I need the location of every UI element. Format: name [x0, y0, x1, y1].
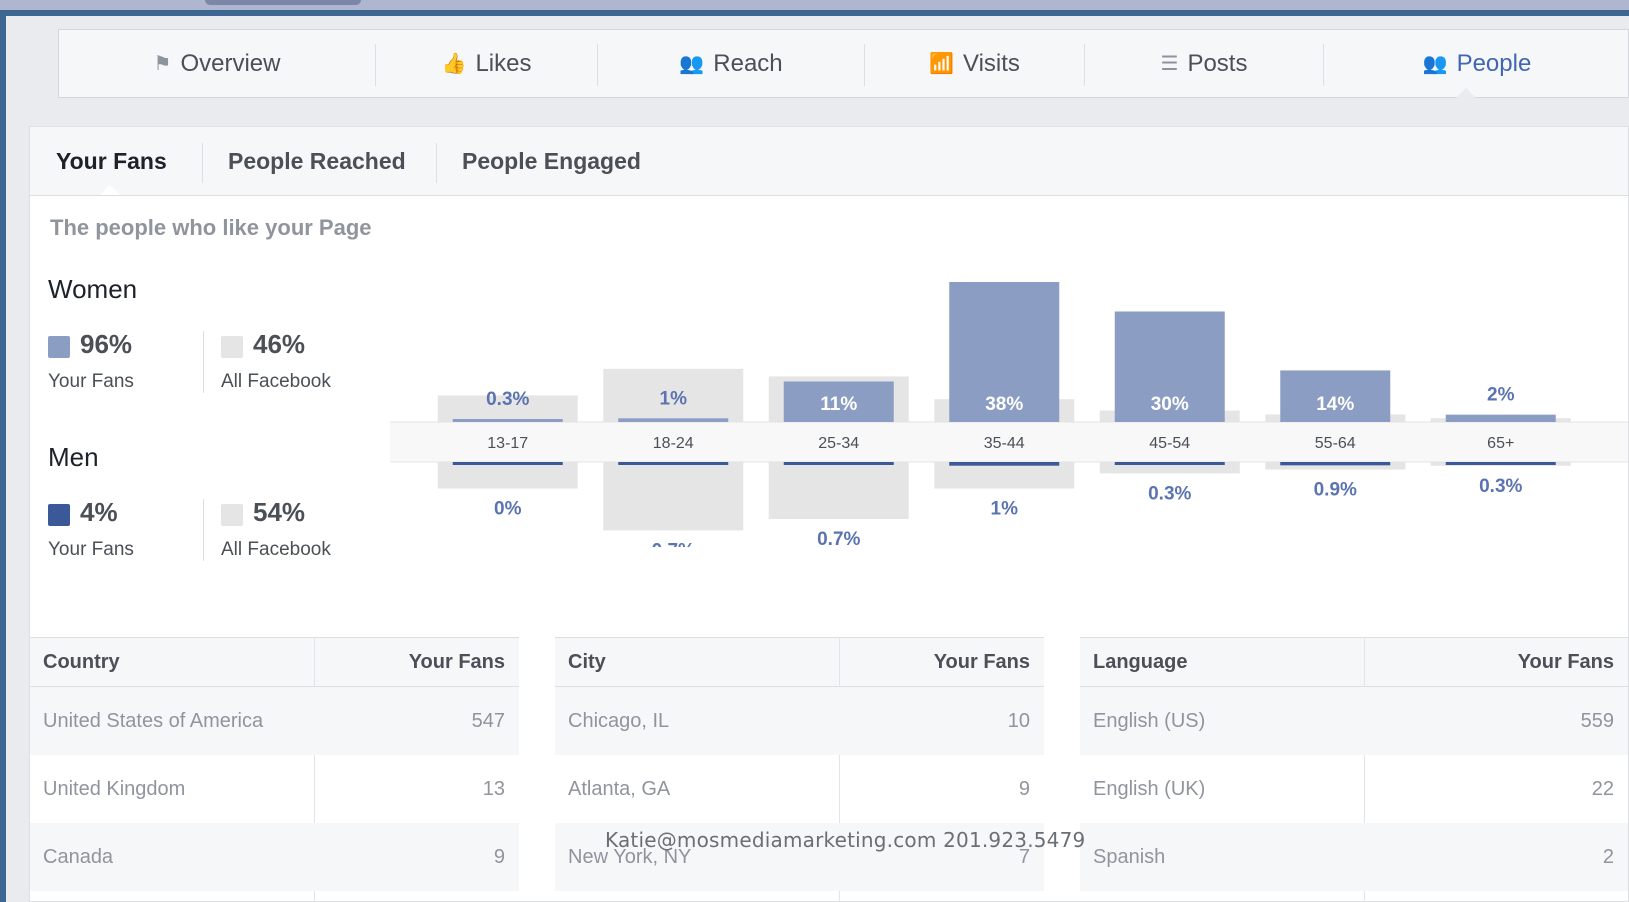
group-icon: 👥	[1422, 53, 1448, 75]
tab-overview[interactable]: ⚑ Overview	[59, 30, 375, 97]
table-row: Canada 9	[30, 823, 519, 891]
table-row: United Kingdom 13	[30, 755, 519, 823]
facebook-men-bar	[603, 462, 744, 531]
tab-label: Visits	[963, 49, 1020, 77]
table-row: Atlanta, GA 9	[555, 755, 1044, 823]
megaphone-icon: ⚑	[153, 53, 172, 75]
table-row: English (US) 559	[1080, 687, 1628, 755]
bar-signal-icon: 📶	[929, 53, 954, 75]
tab-people[interactable]: 👥 People	[1324, 30, 1629, 97]
col-header-city: City	[568, 650, 606, 673]
women-value-label: 2%	[1487, 385, 1515, 406]
fan-count: 2	[1602, 845, 1614, 868]
men-bar	[1114, 462, 1225, 465]
insights-panel: ⚑ Overview 👍 Likes 👥 Reach 📶 Visits ☰ Po…	[6, 16, 1629, 902]
col-header-fans: Your Fans	[933, 650, 1030, 673]
fan-count: 9	[493, 845, 505, 868]
men-value-label: 0.7%	[817, 529, 860, 547]
facebook-men-bar	[437, 462, 578, 489]
men-bar	[452, 462, 563, 465]
age-category-label: 13-17	[487, 435, 528, 452]
language-name: English (US)	[1093, 709, 1206, 732]
table-header: City Your Fans	[555, 637, 1044, 687]
posts-list-icon: ☰	[1160, 53, 1179, 75]
age-category-label: 65+	[1487, 435, 1514, 452]
col-header-language: Language	[1093, 650, 1188, 673]
women-bar	[1445, 414, 1556, 422]
window-tab-remnant	[205, 0, 361, 5]
men-value-label: 0.7%	[652, 540, 695, 547]
city-name: Atlanta, GA	[568, 777, 671, 800]
women-value-label: 11%	[820, 394, 857, 415]
people-card: Your Fans People Reached People Engaged …	[29, 126, 1629, 902]
age-category-label: 18-24	[653, 435, 694, 452]
people-icon: 👥	[679, 53, 705, 75]
country-name: United Kingdom	[43, 777, 186, 800]
age-category-label: 45-54	[1149, 435, 1190, 452]
tab-label: People	[1456, 49, 1532, 77]
women-value-label: 14%	[1316, 394, 1354, 415]
men-bar	[783, 462, 894, 465]
table-row: Chicago, IL 10	[555, 687, 1044, 755]
women-value-label: 1%	[660, 388, 688, 409]
tab-label: Likes	[475, 49, 532, 77]
facebook-men-bar	[768, 462, 909, 519]
tab-likes[interactable]: 👍 Likes	[376, 30, 597, 97]
facebook-men-bar	[934, 462, 1075, 489]
tab-label: Posts	[1187, 49, 1248, 77]
men-bar	[1280, 462, 1391, 466]
men-value-label: 0.9%	[1314, 480, 1357, 501]
table-row: United States of America 547	[30, 687, 519, 755]
country-name: United States of America	[43, 709, 264, 732]
fan-count: 9	[1018, 777, 1030, 800]
women-value-label: 30%	[1151, 394, 1189, 415]
fan-count: 13	[482, 777, 505, 800]
age-category-label: 35-44	[984, 435, 1025, 452]
tab-visits[interactable]: 📶 Visits	[865, 30, 1084, 97]
country-name: Canada	[43, 845, 114, 868]
insights-nav: ⚑ Overview 👍 Likes 👥 Reach 📶 Visits ☰ Po…	[58, 29, 1629, 98]
women-bar	[618, 418, 729, 422]
table-row: English (UK) 22	[1080, 755, 1628, 823]
table-row: Spanish 2	[1080, 823, 1628, 891]
age-category-label: 25-34	[818, 435, 859, 452]
city-name: Chicago, IL	[568, 709, 670, 732]
men-value-label: 0.3%	[1479, 476, 1522, 497]
thumbs-up-icon: 👍	[441, 53, 467, 75]
men-bar	[949, 462, 1060, 466]
men-value-label: 0.3%	[1148, 483, 1191, 504]
active-tab-caret	[1456, 88, 1476, 98]
men-value-label: 0%	[494, 499, 522, 520]
tab-posts[interactable]: ☰ Posts	[1085, 30, 1323, 97]
men-bar	[618, 462, 729, 465]
men-value-label: 1%	[991, 499, 1019, 520]
fan-count: 10	[1007, 709, 1030, 732]
language-name: English (UK)	[1093, 777, 1206, 800]
age-category-label: 55-64	[1315, 435, 1356, 452]
col-header-fans: Your Fans	[408, 650, 505, 673]
language-name: Spanish	[1093, 845, 1166, 868]
tab-label: Overview	[180, 49, 281, 77]
col-header-fans: Your Fans	[1517, 650, 1614, 673]
tab-label: Reach	[713, 49, 783, 77]
tab-reach[interactable]: 👥 Reach	[598, 30, 864, 97]
fan-count: 22	[1591, 777, 1614, 800]
col-header-country: Country	[43, 650, 120, 673]
table-header: Country Your Fans	[30, 637, 519, 687]
women-bar	[452, 419, 563, 422]
table-header: Language Your Fans	[1080, 637, 1628, 687]
women-value-label: 38%	[985, 394, 1023, 415]
age-gender-chart: 0.3% 0% 13-17 1% 0.7% 18-24 11% 0.7% 25-34 38% 1% 3…	[390, 282, 1628, 547]
fan-count: 547	[471, 709, 505, 732]
men-bar	[1445, 462, 1556, 465]
women-value-label: 0.3%	[486, 389, 529, 410]
fan-count: 559	[1580, 709, 1614, 732]
contact-watermark: Katie@mosmediamarketing.com 201.923.5479	[605, 828, 1086, 852]
